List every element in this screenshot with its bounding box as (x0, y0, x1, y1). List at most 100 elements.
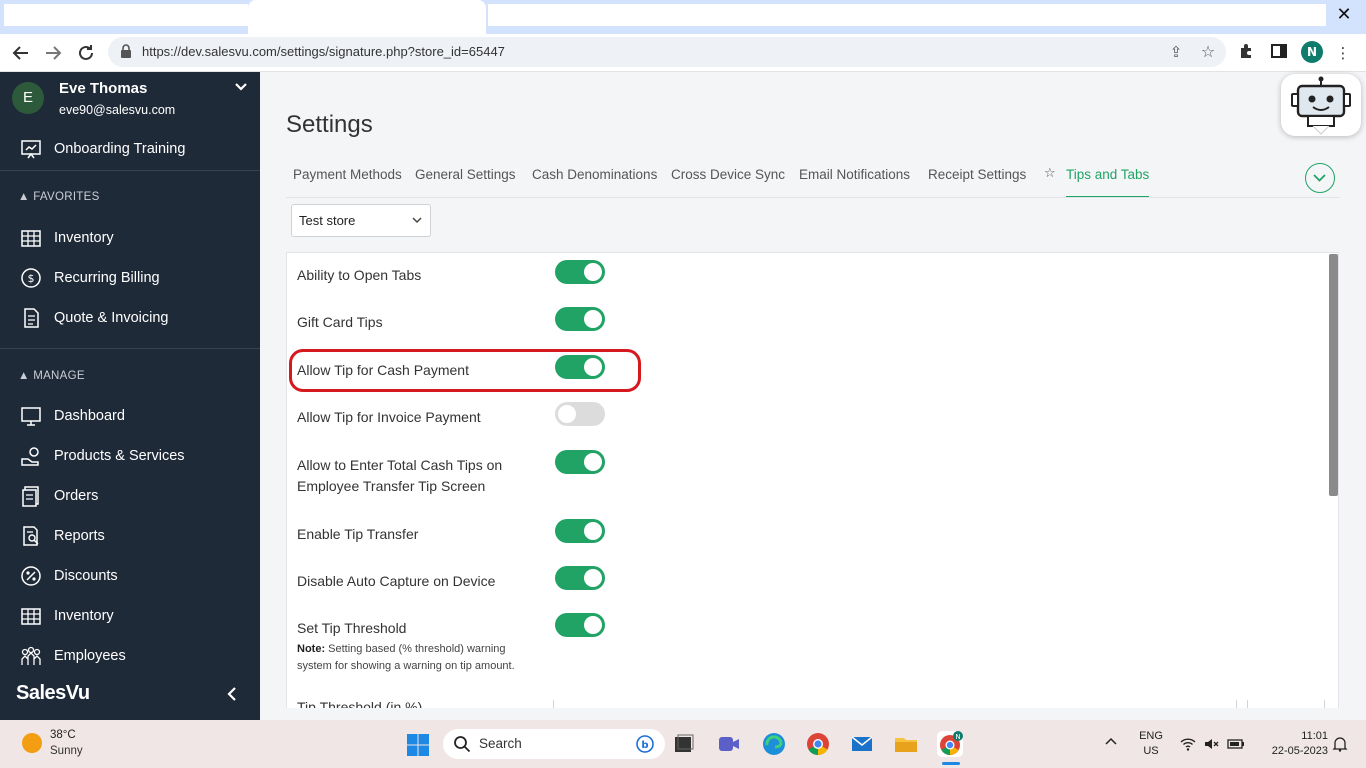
bookmark-star-icon[interactable]: ☆ (1198, 42, 1218, 62)
tab-payment-methods[interactable]: Payment Methods (293, 160, 402, 198)
browser-tab-active[interactable] (248, 0, 486, 34)
volume-muted-icon[interactable] (1203, 736, 1219, 752)
sidebar-item-inventory[interactable]: Inventory (0, 220, 260, 256)
toggle-gift-card-tips[interactable] (555, 307, 605, 331)
favorite-star-icon[interactable]: ☆ (1044, 166, 1056, 181)
sidebar-item-employees[interactable]: Employees (0, 638, 260, 674)
windows-start-icon[interactable] (406, 733, 430, 757)
task-view-icon[interactable] (671, 731, 697, 757)
sun-icon[interactable] (22, 733, 42, 753)
panel-scrollbar[interactable] (1329, 254, 1338, 496)
sidebar-item-reports[interactable]: Reports (0, 518, 260, 554)
sidebar-item-label: Orders (54, 488, 99, 504)
threshold-unit-select[interactable] (1247, 700, 1325, 708)
user-avatar[interactable]: E (12, 82, 44, 114)
tab-general-settings[interactable]: General Settings (415, 160, 516, 198)
chat-assistant-button[interactable] (1281, 74, 1361, 136)
url-text[interactable]: https://dev.salesvu.com/settings/signatu… (142, 37, 505, 67)
sidebar-item-onboarding-training[interactable]: Onboarding Training (0, 131, 260, 167)
brand-logo[interactable]: SalesVu (16, 682, 90, 705)
sidebar-item-discounts[interactable]: Discounts (0, 558, 260, 594)
setting-label-total-cash-tips: Allow to Enter Total Cash Tips on Employ… (297, 457, 503, 494)
forward-icon[interactable] (40, 40, 66, 66)
battery-icon[interactable] (1227, 736, 1245, 752)
tray-overflow-icon[interactable] (1103, 734, 1119, 750)
chrome-icon[interactable] (805, 731, 831, 757)
clock[interactable]: 11:01 22-05-2023 (1258, 729, 1328, 759)
sidebar-item-label: Products & Services (54, 448, 185, 464)
sidebar-item-quote-invoicing[interactable]: Quote & Invoicing (0, 300, 260, 336)
sidepanel-icon[interactable] (1268, 42, 1290, 64)
wifi-icon[interactable] (1180, 736, 1196, 752)
more-tabs-button[interactable] (1305, 163, 1335, 193)
reload-icon[interactable] (73, 40, 99, 66)
clock-time: 11:01 (1301, 730, 1328, 742)
setting-label-tip-invoice-payment: Allow Tip for Invoice Payment (297, 409, 481, 425)
products-icon (20, 445, 42, 467)
manage-section-header[interactable]: ▲ MANAGE (18, 370, 85, 382)
sidebar-item-label: Recurring Billing (54, 270, 160, 286)
threshold-input[interactable] (553, 700, 1237, 708)
sidebar-item-label: Inventory (54, 230, 114, 246)
edge-browser-icon[interactable] (761, 731, 787, 757)
toggle-knob (584, 263, 602, 281)
share-icon[interactable]: ⇪ (1166, 42, 1186, 62)
language-code: ENG (1139, 730, 1163, 742)
sidebar-item-dashboard[interactable]: Dashboard (0, 398, 260, 434)
tab-receipt-settings[interactable]: Receipt Settings (928, 160, 1026, 198)
toggle-open-tabs[interactable] (555, 260, 605, 284)
search-icon (453, 735, 471, 753)
sidebar-item-orders[interactable]: Orders (0, 478, 260, 514)
setting-label-gift-card-tips: Gift Card Tips (297, 314, 383, 330)
toggle-tip-invoice-payment[interactable] (555, 402, 605, 426)
note-text: Setting based (% threshold) warning syst… (297, 643, 515, 672)
browser-tab-inactive[interactable] (4, 4, 248, 26)
chrome-profile-icon[interactable]: N (937, 731, 963, 757)
file-explorer-icon[interactable] (893, 731, 919, 757)
user-name: Eve Thomas (59, 80, 148, 97)
store-select[interactable]: Test store (291, 204, 431, 237)
taskbar-search[interactable]: Search b (443, 729, 665, 759)
weather-description[interactable]: Sunny (50, 745, 83, 757)
svg-text:b: b (641, 740, 648, 751)
mail-icon[interactable] (849, 731, 875, 757)
setting-label-tip-transfer: Enable Tip Transfer (297, 526, 419, 542)
bing-icon[interactable]: b (635, 734, 655, 754)
sidebar-item-recurring-billing[interactable]: $ Recurring Billing (0, 260, 260, 296)
tab-tips-and-tabs[interactable]: Tips and Tabs (1066, 160, 1150, 198)
collapse-sidebar-icon[interactable] (224, 684, 240, 704)
window-close-icon[interactable]: ✕ (1330, 2, 1358, 28)
annotation-highlight-box (289, 349, 641, 392)
input-language[interactable]: ENG US (1138, 729, 1164, 759)
sidebar-item-label: Dashboard (54, 408, 125, 424)
toggle-auto-capture[interactable] (555, 566, 605, 590)
weather-temperature[interactable]: 38°C (50, 729, 76, 741)
address-bar[interactable]: https://dev.salesvu.com/settings/signatu… (108, 37, 1226, 67)
browser-profile-avatar[interactable]: N (1301, 41, 1323, 63)
tab-email-notifications[interactable]: Email Notifications (799, 160, 910, 198)
chevron-down-icon (1313, 174, 1326, 182)
toggle-tip-transfer[interactable] (555, 519, 605, 543)
favorites-section-header[interactable]: ▲ FAVORITES (18, 191, 100, 203)
caret-up-icon: ▲ (18, 191, 34, 203)
chevron-down-icon[interactable] (232, 78, 250, 96)
tab-cash-denominations[interactable]: Cash Denominations (532, 160, 657, 198)
sidebar-item-label: Onboarding Training (54, 141, 186, 157)
notification-icon[interactable] (1332, 736, 1348, 752)
threshold-row-clip: Tip Threshold (in %) (286, 700, 1326, 708)
page-title: Settings (286, 111, 373, 138)
toggle-knob (584, 616, 602, 634)
toggle-total-cash-tips[interactable] (555, 450, 605, 474)
browser-tab-strip[interactable] (488, 4, 1326, 26)
sidebar-item-label: Discounts (54, 568, 118, 584)
lock-icon (120, 43, 132, 58)
back-icon[interactable] (8, 40, 34, 66)
tab-cross-device-sync[interactable]: Cross Device Sync (671, 160, 785, 198)
sidebar-item-products-services[interactable]: Products & Services (0, 438, 260, 474)
toggle-tip-threshold[interactable] (555, 613, 605, 637)
sidebar-item-inventory-manage[interactable]: Inventory (0, 598, 260, 634)
menu-kebab-icon[interactable]: ⋮ (1332, 42, 1354, 64)
teams-meet-icon[interactable] (716, 731, 742, 757)
extensions-icon[interactable] (1236, 42, 1258, 64)
store-select-value: Test store (299, 213, 356, 228)
